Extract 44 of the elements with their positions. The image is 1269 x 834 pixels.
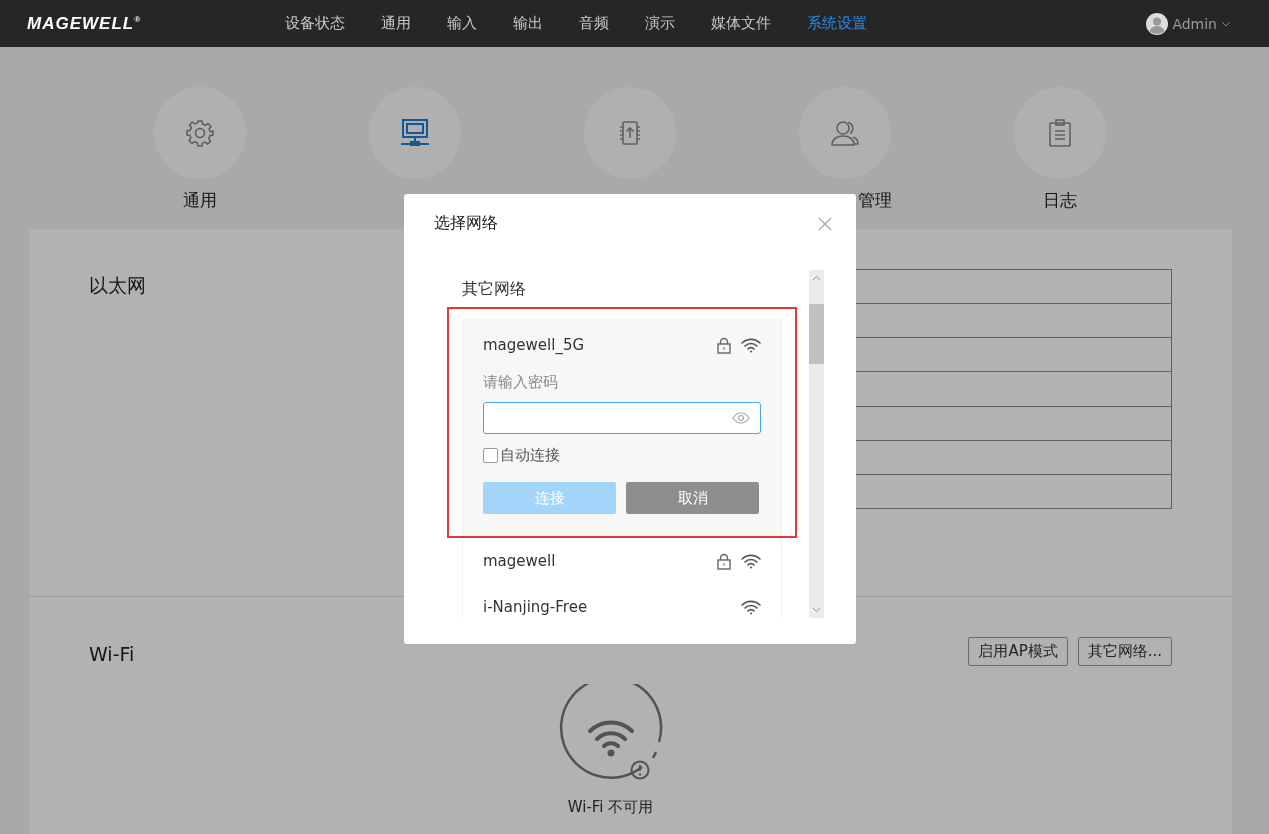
nav-link[interactable]: 通用 xyxy=(363,14,429,33)
caret-down-icon[interactable] xyxy=(812,607,821,613)
category-label[interactable]: 通用 xyxy=(183,189,217,215)
wifi-icon xyxy=(741,337,761,353)
wifi-icon xyxy=(741,599,761,615)
monitor-icon xyxy=(399,117,431,149)
nav-link[interactable]: 设备状态 xyxy=(267,14,363,33)
wifi-button[interactable]: 其它网络... xyxy=(1077,637,1172,666)
list-heading: 其它网络 xyxy=(461,278,527,299)
checkbox-label[interactable]: 自动连接 xyxy=(500,446,560,465)
password-label: 请输入密码 xyxy=(483,373,559,392)
nav-link[interactable]: 输入 xyxy=(429,14,495,33)
user-name[interactable]: Admin xyxy=(1172,15,1217,32)
caret-up-icon[interactable] xyxy=(812,275,821,281)
network-item[interactable]: i-Nanjing-Free xyxy=(462,584,782,618)
network-item[interactable]: magewell xyxy=(462,538,782,584)
avatar-icon[interactable] xyxy=(1146,12,1169,35)
nav-link[interactable]: 系统设置 xyxy=(789,14,885,33)
eye-icon[interactable] xyxy=(732,412,750,424)
wifi-button[interactable]: 启用AP模式 xyxy=(968,637,1068,666)
chevron-down-icon[interactable] xyxy=(1221,20,1231,27)
wifi-icon xyxy=(741,553,761,569)
section-title: Wi-Fi xyxy=(89,641,136,665)
network-name: magewell_5G xyxy=(483,336,585,354)
network-name: i-Nanjing-Free xyxy=(483,598,588,616)
category-label[interactable]: 管理 xyxy=(858,189,892,215)
nav-link[interactable]: 媒体文件 xyxy=(693,14,789,33)
logo[interactable]: MAGEWELL$^{®}$ xyxy=(27,13,267,34)
users-icon xyxy=(829,118,861,148)
network-name: magewell xyxy=(483,552,556,570)
nav-link[interactable]: 输出 xyxy=(495,14,561,33)
wifi-status-text: Wi-Fi 不可用 xyxy=(567,798,654,817)
section-title: 以太网 xyxy=(89,273,147,298)
checkbox[interactable] xyxy=(483,448,498,463)
category-label[interactable]: 日志 xyxy=(1043,189,1077,215)
gear-icon xyxy=(185,118,215,148)
password-field[interactable] xyxy=(483,402,761,434)
scrollbar-thumb[interactable] xyxy=(809,304,824,364)
clipboard-icon xyxy=(1046,118,1074,148)
dialog-title: 选择网络 xyxy=(434,213,498,234)
nav-link[interactable]: 演示 xyxy=(627,14,693,33)
close-icon[interactable] xyxy=(818,216,832,231)
nav-link[interactable]: 音频 xyxy=(561,14,627,33)
scrollbar-track[interactable] xyxy=(809,270,824,618)
